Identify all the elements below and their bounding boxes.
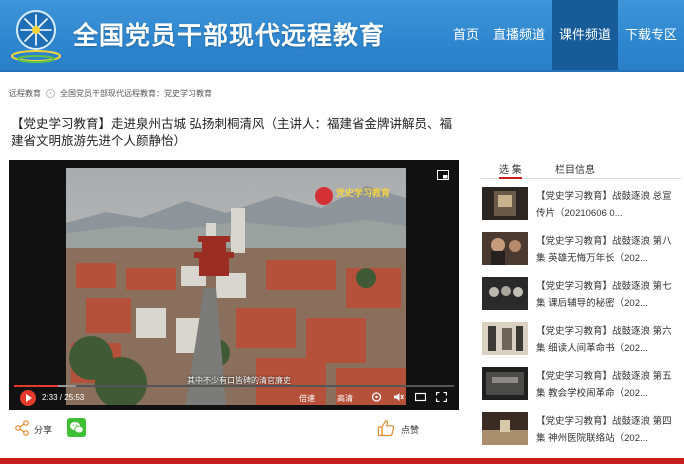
chevron-right-icon: › <box>46 89 55 98</box>
tab-column-info[interactable]: 栏目信息 <box>555 161 595 179</box>
list-item[interactable]: 【党史学习教育】战鼓逐浪 第五集 教会学校闹革命（202... <box>481 364 681 409</box>
list-item[interactable]: 【党史学习教育】战鼓逐浪 第八集 英雄无悔万年长（202... <box>481 229 681 274</box>
fullscreen-icon[interactable] <box>436 392 447 402</box>
progress-fill <box>14 385 58 387</box>
share-bar: 分享 点赞 <box>9 414 459 444</box>
nav-live[interactable]: 直播频道 <box>486 0 552 72</box>
definition-button[interactable]: 高清 <box>337 393 353 404</box>
thumbs-up-icon[interactable] <box>377 419 395 437</box>
nav-home[interactable]: 首页 <box>446 0 486 72</box>
tab-episodes[interactable]: 选 集 <box>499 161 522 179</box>
episode-list: 【党史学习教育】战鼓逐浪 总宣传片（20210606 0... 【党史学习教育】… <box>481 184 681 454</box>
danmaku-icon[interactable] <box>371 392 382 402</box>
list-item[interactable]: 【党史学习教育】战鼓逐浪 第七集 课后辅导的秘密（202... <box>481 274 681 319</box>
video-subtitle: 其中不少有口皆碑的清官廉吏 <box>187 376 291 385</box>
city-aerial-scene <box>66 168 406 405</box>
page-title: 【党史学习教育】走进泉州古城 弘扬刺桐清风（主讲人：福建省金牌讲解员、福建省文明… <box>11 117 452 148</box>
episode-title[interactable]: 【党史学习教育】战鼓逐浪 第七集 课后辅导的秘密（202... <box>536 278 681 312</box>
wechat-icon[interactable] <box>67 418 86 437</box>
share-label[interactable]: 分享 <box>34 423 52 436</box>
sidebar-tabs: 选 集 栏目信息 <box>481 161 681 179</box>
episode-title[interactable]: 【党史学习教育】战鼓逐浪 第六集 细读人间革命书（202... <box>536 323 681 357</box>
time-display: 2:33 / 25:53 <box>42 393 85 402</box>
breadcrumb-home[interactable]: 远程教育 <box>9 88 41 99</box>
episode-thumbnail[interactable] <box>482 412 528 445</box>
like-label[interactable]: 点赞 <box>401 423 419 436</box>
site-header: 全国党员干部现代远程教育 首页 直播频道 课件频道 下载专区 <box>0 0 684 72</box>
progress-buffer <box>57 385 76 387</box>
episode-thumbnail[interactable] <box>482 232 528 265</box>
nav-download[interactable]: 下载专区 <box>618 0 684 72</box>
widescreen-icon[interactable] <box>415 392 426 402</box>
episode-thumbnail[interactable] <box>482 322 528 355</box>
site-logo-icon[interactable] <box>9 6 63 64</box>
breadcrumb-current[interactable]: 全国党员干部现代远程教育：党史学习教育 <box>60 88 212 99</box>
share-icon[interactable] <box>15 420 29 436</box>
nav-courseware[interactable]: 课件频道 <box>551 0 618 72</box>
episode-title[interactable]: 【党史学习教育】战鼓逐浪 第四集 神州医院联络站（202... <box>536 413 681 447</box>
footer-accent-line <box>0 458 684 464</box>
video-player[interactable]: 党史学习教育 2:33 / 25:53 倍速 高清 <box>9 160 459 410</box>
episode-title[interactable]: 【党史学习教育】战鼓逐浪 总宣传片（20210606 0... <box>536 188 681 222</box>
main-nav: 首页 直播频道 课件频道 下载专区 <box>446 0 684 72</box>
play-button[interactable] <box>20 390 36 406</box>
list-item[interactable]: 【党史学习教育】战鼓逐浪 第四集 神州医院联络站（202... <box>481 409 681 454</box>
list-item[interactable]: 【党史学习教育】战鼓逐浪 第六集 细读人间革命书（202... <box>481 319 681 364</box>
episode-thumbnail[interactable] <box>482 277 528 310</box>
speed-button[interactable]: 倍速 <box>299 393 315 404</box>
player-controls: 2:33 / 25:53 倍速 高清 <box>9 384 459 410</box>
video-frame[interactable]: 党史学习教育 <box>66 168 406 405</box>
list-item[interactable]: 【党史学习教育】战鼓逐浪 总宣传片（20210606 0... <box>481 184 681 229</box>
episode-title[interactable]: 【党史学习教育】战鼓逐浪 第五集 教会学校闹革命（202... <box>536 368 681 402</box>
episode-title[interactable]: 【党史学习教育】战鼓逐浪 第八集 英雄无悔万年长（202... <box>536 233 681 267</box>
episode-thumbnail[interactable] <box>482 367 528 400</box>
breadcrumb: 远程教育 › 全国党员干部现代远程教育：党史学习教育 <box>9 88 212 99</box>
episode-thumbnail[interactable] <box>482 187 528 220</box>
picture-in-picture-icon[interactable] <box>437 170 449 180</box>
volume-icon[interactable] <box>393 392 404 402</box>
site-title: 全国党员干部现代远程教育 <box>73 22 386 50</box>
video-watermark: 党史学习教育 <box>336 188 391 198</box>
